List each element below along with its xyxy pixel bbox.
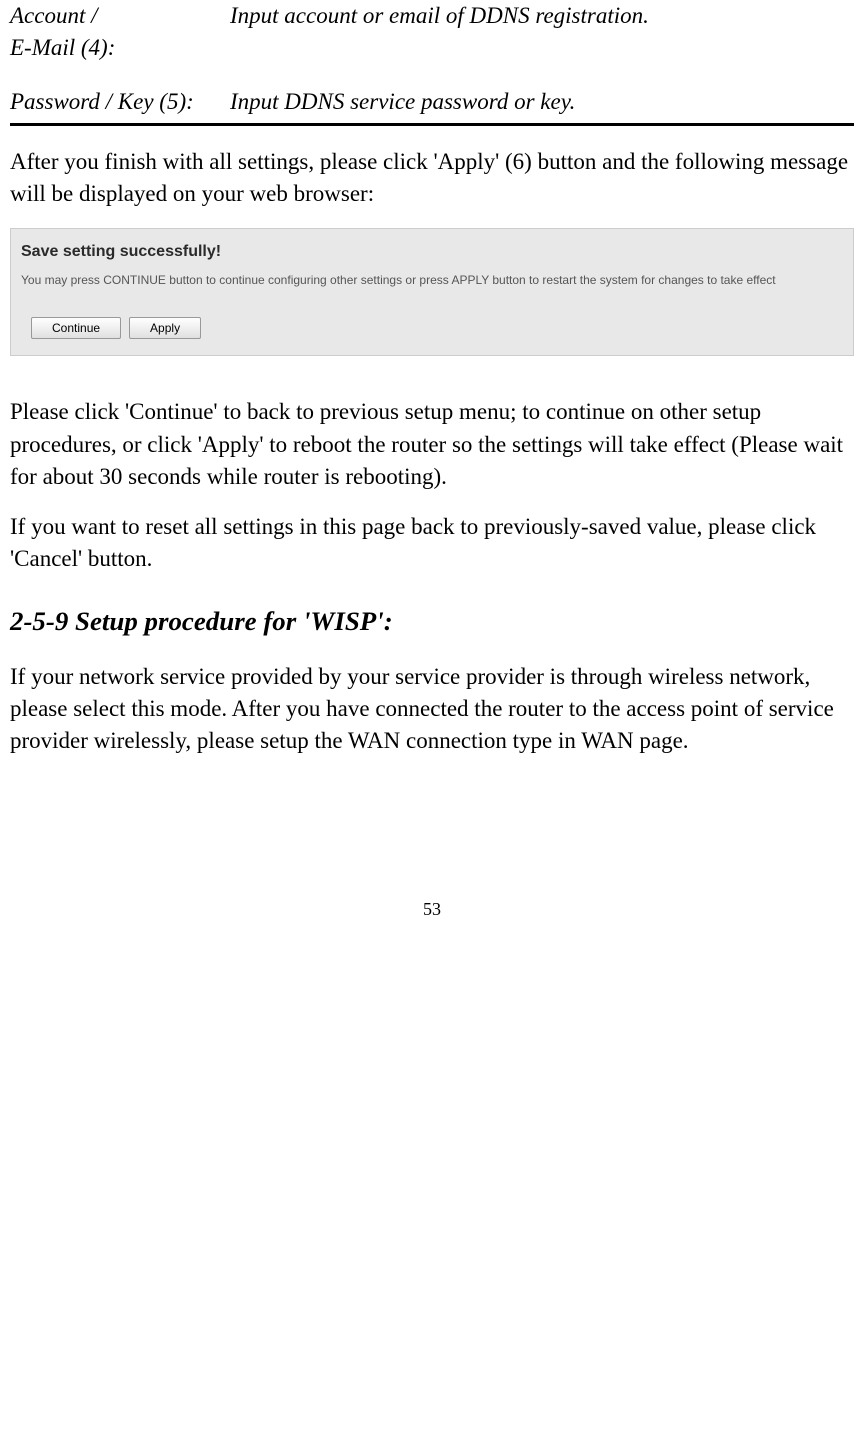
table-desc-account: Input account or email of DDNS registrat…	[230, 0, 854, 64]
table-row-account: Account / E-Mail (4): Input account or e…	[10, 0, 854, 64]
save-desc: You may press CONTINUE button to continu…	[11, 271, 853, 309]
table-row-password: Password / Key (5): Input DDNS service p…	[10, 86, 854, 118]
label-account-line1: Account /	[10, 3, 98, 28]
button-row: Continue Apply	[11, 309, 853, 355]
paragraph-cancel: If you want to reset all settings in thi…	[10, 511, 854, 575]
label-account-line2: E-Mail (4):	[10, 35, 115, 60]
continue-button[interactable]: Continue	[31, 317, 121, 339]
section-heading-wisp: 2-5-9 Setup procedure for 'WISP':	[10, 603, 854, 641]
page-number: 53	[10, 897, 854, 922]
save-title: Save setting successfully!	[11, 229, 853, 271]
paragraph-wisp: If your network service provided by your…	[10, 661, 854, 758]
table-label-account: Account / E-Mail (4):	[10, 0, 230, 64]
table-label-password: Password / Key (5):	[10, 86, 230, 118]
paragraph-continue: Please click 'Continue' to back to previ…	[10, 396, 854, 493]
apply-button[interactable]: Apply	[129, 317, 201, 339]
divider	[10, 123, 854, 126]
paragraph-after-settings: After you finish with all settings, plea…	[10, 146, 854, 210]
table-desc-password: Input DDNS service password or key.	[230, 86, 854, 118]
screenshot-save-success: Save setting successfully! You may press…	[10, 228, 854, 356]
